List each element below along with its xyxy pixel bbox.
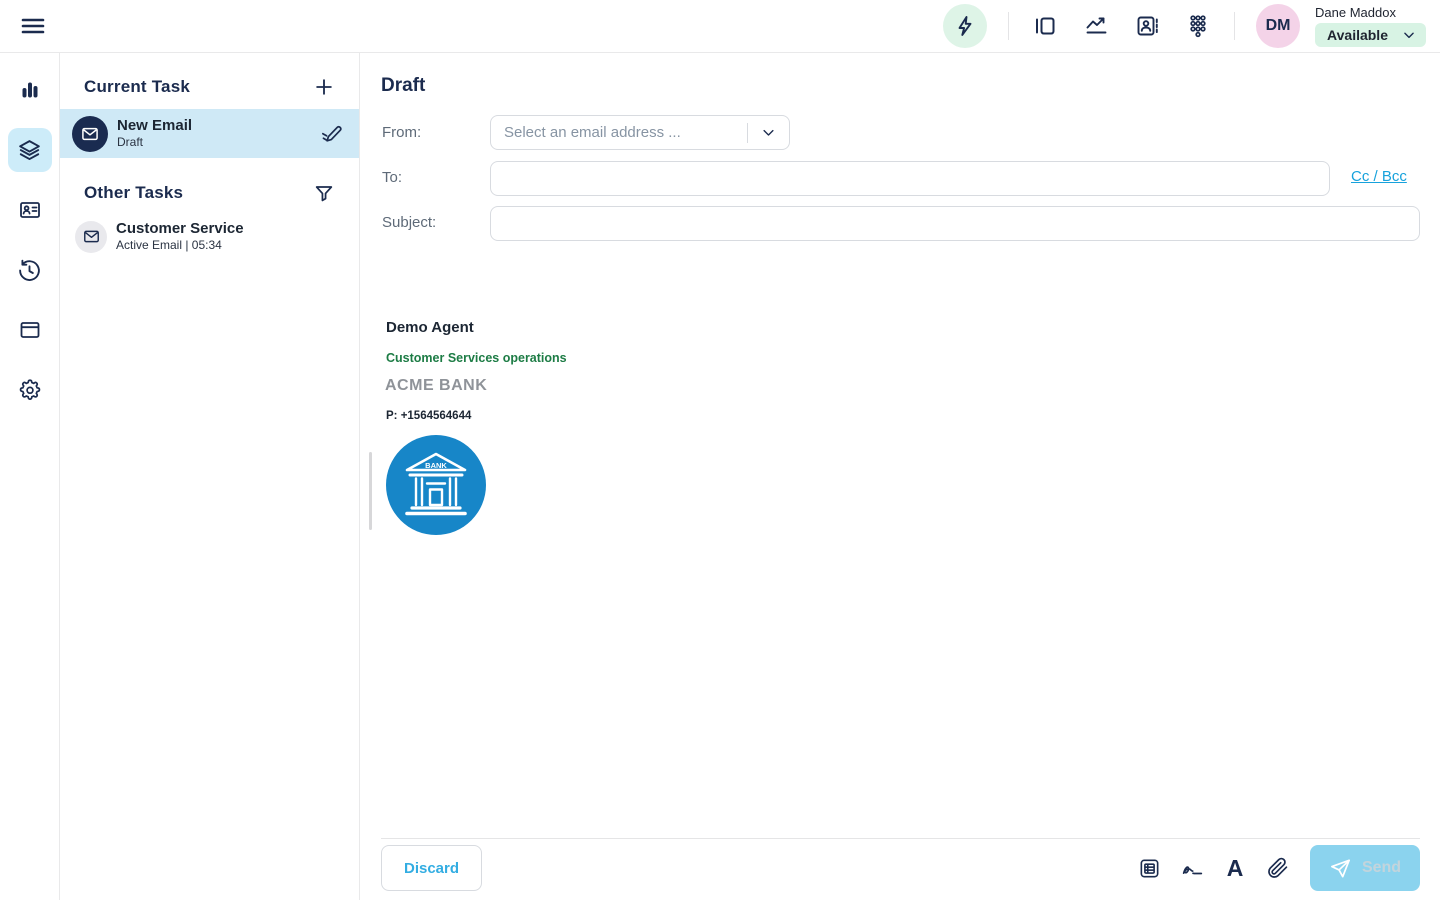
rail-item-settings[interactable] — [8, 368, 52, 412]
task-item-new-email[interactable]: New Email Draft — [60, 109, 359, 158]
email-task-avatar — [72, 116, 108, 152]
contacts-button[interactable] — [1132, 11, 1162, 41]
email-task-avatar — [75, 221, 107, 253]
task-subtitle: Active Email | 05:34 — [116, 238, 343, 253]
trend-chart-icon — [1084, 14, 1109, 38]
rail-item-contacts[interactable] — [8, 188, 52, 232]
task-list-panel: Current Task New Email Draft — [60, 53, 360, 900]
user-block: Dane Maddox Available — [1315, 5, 1426, 47]
bar-chart-icon — [18, 78, 42, 102]
hamburger-menu-button[interactable] — [16, 9, 50, 43]
rail-item-tasks[interactable] — [8, 128, 52, 172]
rail-item-analytics[interactable] — [8, 68, 52, 112]
topbar-divider — [1008, 12, 1009, 40]
user-avatar[interactable]: DM — [1256, 4, 1300, 48]
chevron-down-icon — [1402, 28, 1416, 42]
subject-input[interactable] — [490, 206, 1420, 241]
availability-dropdown[interactable]: Available — [1315, 23, 1426, 47]
navigation-rail — [0, 53, 60, 900]
from-address-select[interactable]: Select an email address ... — [490, 115, 790, 150]
from-label: From: — [382, 124, 421, 141]
analytics-trend-button[interactable] — [1081, 11, 1111, 41]
task-subtitle: Draft — [117, 135, 319, 150]
gear-icon — [18, 378, 42, 402]
lightning-icon — [953, 14, 977, 38]
rail-item-history[interactable] — [8, 248, 52, 292]
attach-file-button[interactable] — [1265, 855, 1291, 881]
bank-logo: BANK — [386, 435, 486, 535]
current-task-title: Current Task — [84, 77, 190, 97]
template-icon — [1138, 857, 1161, 880]
layers-icon — [17, 138, 42, 163]
side-panel-button[interactable] — [1030, 11, 1060, 41]
dialpad-icon — [1186, 13, 1210, 39]
subject-label: Subject: — [382, 214, 436, 231]
bank-logo-label: BANK — [425, 461, 447, 470]
body-scrollbar-thumb[interactable] — [369, 452, 372, 530]
send-button[interactable]: Send — [1310, 845, 1420, 891]
availability-status: Available — [1327, 27, 1388, 43]
draft-title: Draft — [381, 75, 425, 97]
other-tasks-header: Other Tasks — [60, 180, 359, 206]
compose-pen-icon — [320, 122, 343, 145]
task-title: Customer Service — [116, 220, 343, 238]
paper-plane-icon — [1329, 857, 1352, 880]
rail-item-browser[interactable] — [8, 308, 52, 352]
cc-bcc-link[interactable]: Cc / Bcc — [1351, 168, 1407, 185]
paperclip-icon — [1266, 856, 1290, 880]
discard-button[interactable]: Discard — [381, 845, 482, 891]
dialpad-button[interactable] — [1183, 11, 1213, 41]
task-title: New Email — [117, 117, 319, 135]
envelope-icon — [82, 227, 101, 246]
composer-footer: Discard — [381, 845, 1420, 891]
filter-funnel-icon — [313, 182, 335, 204]
side-panel-icon — [1033, 14, 1057, 38]
agent-desktop-app: DM Dane Maddox Available — [0, 0, 1440, 900]
other-tasks-title: Other Tasks — [84, 183, 183, 203]
signature-phone: P: +1564564644 — [386, 410, 471, 422]
hamburger-icon — [20, 15, 46, 37]
to-label: To: — [382, 169, 402, 186]
task-text: Customer Service Active Email | 05:34 — [116, 220, 343, 253]
email-editor: Draft From: Select an email address ... … — [361, 53, 1440, 900]
contact-badge-icon — [18, 198, 42, 222]
topbar: DM Dane Maddox Available — [0, 0, 1440, 53]
signature-name: Demo Agent — [386, 319, 474, 336]
footer-divider — [381, 838, 1420, 839]
history-icon — [17, 258, 42, 283]
topbar-divider — [1234, 12, 1235, 40]
template-button[interactable] — [1136, 855, 1162, 881]
user-initials: DM — [1266, 17, 1291, 35]
browser-window-icon — [18, 318, 42, 342]
send-label: Send — [1362, 859, 1401, 877]
user-name: Dane Maddox — [1315, 5, 1396, 20]
current-task-header: Current Task — [60, 74, 359, 100]
email-body[interactable]: Demo Agent Customer Services operations … — [381, 253, 1420, 785]
task-text: New Email Draft — [117, 117, 319, 150]
to-input[interactable] — [490, 161, 1330, 196]
font-format-icon: A — [1227, 857, 1244, 880]
filter-tasks-button[interactable] — [311, 180, 337, 206]
outdial-button[interactable] — [943, 4, 987, 48]
signature-icon — [1180, 856, 1205, 881]
chevron-down-icon — [761, 125, 776, 140]
signature-department: Customer Services operations — [386, 351, 567, 365]
from-placeholder: Select an email address ... — [491, 124, 747, 141]
formatting-tools: A — [1136, 855, 1291, 881]
envelope-icon — [80, 124, 100, 144]
signature-button[interactable] — [1179, 855, 1205, 881]
plus-icon — [313, 76, 335, 98]
topbar-actions: DM Dane Maddox Available — [943, 4, 1426, 48]
task-item-customer-service[interactable]: Customer Service Active Email | 05:34 — [60, 212, 359, 261]
add-task-button[interactable] — [311, 74, 337, 100]
edit-draft-button[interactable] — [319, 122, 343, 146]
signature-company: ACME BANK — [385, 377, 487, 395]
contact-card-icon — [1135, 14, 1160, 38]
font-format-button[interactable]: A — [1222, 855, 1248, 881]
